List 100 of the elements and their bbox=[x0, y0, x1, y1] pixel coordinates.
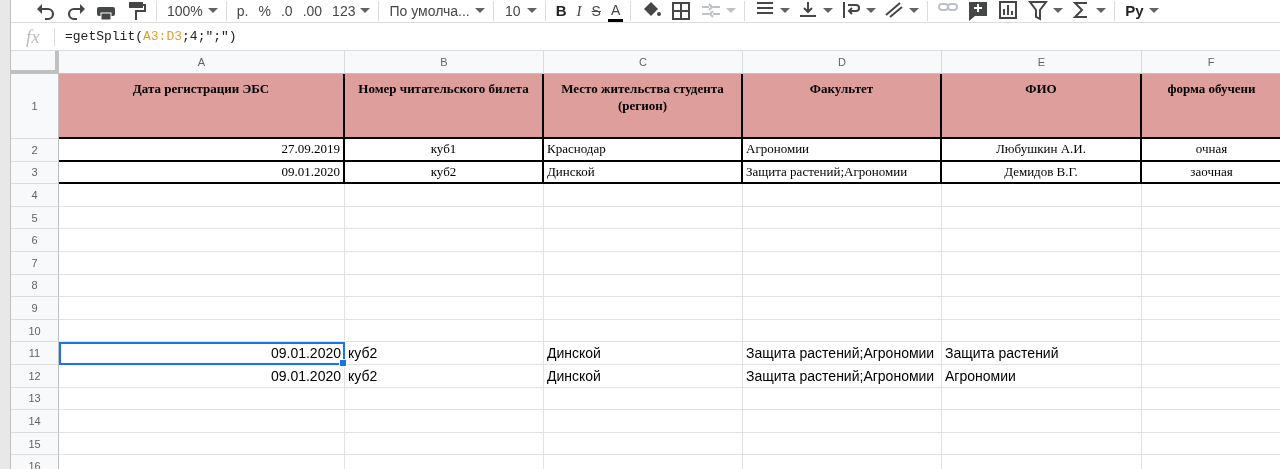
format-button[interactable]: % bbox=[255, 2, 274, 20]
dropdown-button[interactable]: 10 bbox=[500, 2, 525, 20]
row-header[interactable]: 4 bbox=[11, 184, 59, 207]
table-cell[interactable]: Защита растений bbox=[942, 342, 1142, 365]
table-cell[interactable]: Агрономии bbox=[942, 364, 1142, 388]
table-cell[interactable]: Защита растений;Агрономии bbox=[743, 161, 942, 185]
empty-cell[interactable] bbox=[743, 387, 942, 411]
empty-cell[interactable] bbox=[345, 387, 544, 411]
header-cell[interactable]: форма обучени bbox=[1142, 74, 1280, 139]
empty-cell[interactable] bbox=[544, 387, 743, 411]
header-cell[interactable]: Номер читательского билета bbox=[345, 74, 544, 139]
caret-icon[interactable] bbox=[780, 8, 791, 14]
row-header[interactable]: 15 bbox=[11, 432, 59, 456]
empty-cell[interactable] bbox=[743, 184, 942, 207]
dropdown-button[interactable]: 123 bbox=[329, 2, 359, 20]
column-header[interactable]: B bbox=[345, 51, 544, 74]
empty-cell[interactable] bbox=[743, 410, 942, 433]
empty-cell[interactable] bbox=[942, 297, 1142, 320]
empty-cell[interactable] bbox=[743, 229, 942, 252]
row-header[interactable]: 3 bbox=[11, 161, 59, 185]
empty-cell[interactable] bbox=[743, 274, 942, 298]
decimal-button[interactable]: .0 bbox=[277, 2, 296, 20]
column-header[interactable]: A bbox=[59, 51, 345, 74]
table-cell[interactable]: куб2 bbox=[345, 364, 544, 388]
italic-button[interactable]: I bbox=[573, 2, 585, 20]
caret-icon[interactable] bbox=[866, 8, 877, 14]
empty-cell[interactable] bbox=[942, 387, 1142, 411]
text-color-button[interactable]: A bbox=[607, 0, 624, 22]
table-cell[interactable]: 09.01.2020 bbox=[59, 161, 345, 185]
empty-cell[interactable] bbox=[743, 297, 942, 320]
caret-icon[interactable] bbox=[1053, 8, 1064, 14]
table-cell[interactable]: Защита растений;Агрономии bbox=[743, 342, 942, 365]
table-cell[interactable]: Демидов В.Г. bbox=[942, 161, 1142, 185]
format-button[interactable]: р. bbox=[233, 2, 252, 20]
table-cell[interactable]: заочная bbox=[1142, 161, 1280, 185]
header-cell[interactable]: Факультет bbox=[743, 74, 942, 139]
table-cell[interactable]: куб1 bbox=[345, 139, 544, 162]
empty-cell[interactable] bbox=[544, 184, 743, 207]
row-header[interactable]: 1 bbox=[11, 74, 59, 139]
empty-cell[interactable] bbox=[345, 319, 544, 343]
caret-icon[interactable] bbox=[474, 8, 485, 14]
row-header[interactable]: 2 bbox=[11, 139, 59, 162]
row-header[interactable]: 13 bbox=[11, 387, 59, 411]
empty-cell[interactable] bbox=[345, 432, 544, 456]
text-wrap-icon[interactable] bbox=[840, 1, 863, 21]
column-header[interactable]: C bbox=[544, 51, 743, 74]
row-header[interactable]: 12 bbox=[11, 364, 59, 388]
filter-icon[interactable] bbox=[1027, 1, 1050, 21]
table-cell[interactable]: Динской bbox=[544, 364, 743, 388]
column-header[interactable]: D bbox=[743, 51, 942, 74]
redo-icon[interactable] bbox=[65, 1, 87, 21]
empty-cell[interactable] bbox=[942, 229, 1142, 252]
row-header[interactable]: 11 bbox=[11, 342, 59, 365]
row-header[interactable]: 5 bbox=[11, 206, 59, 230]
fill-handle[interactable] bbox=[339, 358, 347, 367]
empty-cell[interactable] bbox=[544, 229, 743, 252]
row-header[interactable]: 6 bbox=[11, 229, 59, 252]
empty-cell[interactable] bbox=[942, 319, 1142, 343]
empty-cell[interactable] bbox=[544, 297, 743, 320]
strikethrough-button[interactable]: S bbox=[588, 2, 604, 20]
empty-cell[interactable] bbox=[345, 184, 544, 207]
empty-cell[interactable] bbox=[942, 274, 1142, 298]
row-header[interactable]: 8 bbox=[11, 274, 59, 298]
row-header[interactable]: 9 bbox=[11, 297, 59, 320]
empty-cell[interactable] bbox=[345, 410, 544, 433]
empty-cell[interactable] bbox=[942, 432, 1142, 456]
caret-icon[interactable] bbox=[823, 8, 834, 14]
table-cell[interactable]: очная bbox=[1142, 139, 1280, 162]
empty-cell[interactable] bbox=[942, 184, 1142, 207]
column-header[interactable]: F bbox=[1142, 51, 1280, 74]
table-cell[interactable]: Агрономии bbox=[743, 139, 942, 162]
bold-button[interactable]: B bbox=[552, 2, 570, 20]
row-header[interactable]: 14 bbox=[11, 410, 59, 433]
empty-cell[interactable] bbox=[544, 206, 743, 230]
table-cell[interactable]: 09.01.2020 bbox=[59, 364, 345, 388]
decimal-button[interactable]: .00 bbox=[299, 2, 326, 20]
empty-cell[interactable] bbox=[544, 410, 743, 433]
empty-cell[interactable] bbox=[345, 229, 544, 252]
comment-icon[interactable] bbox=[967, 1, 990, 21]
caret-icon[interactable] bbox=[1148, 8, 1159, 14]
table-cell[interactable]: Любушкин А.И. bbox=[942, 139, 1142, 162]
borders-icon[interactable] bbox=[670, 1, 693, 21]
empty-cell[interactable] bbox=[345, 206, 544, 230]
table-cell[interactable]: 27.09.2019 bbox=[59, 139, 345, 162]
table-cell[interactable]: Краснодар bbox=[544, 139, 743, 162]
row-header[interactable]: 10 bbox=[11, 319, 59, 343]
header-cell[interactable]: Дата регистрации ЭБС bbox=[59, 74, 345, 139]
caret-icon[interactable] bbox=[526, 8, 537, 14]
empty-cell[interactable] bbox=[743, 432, 942, 456]
empty-cell[interactable] bbox=[345, 251, 544, 275]
bar-chart-icon[interactable] bbox=[997, 1, 1020, 21]
caret-icon[interactable] bbox=[1096, 8, 1107, 14]
empty-cell[interactable] bbox=[942, 251, 1142, 275]
caret-icon[interactable] bbox=[207, 8, 218, 14]
empty-cell[interactable] bbox=[544, 319, 743, 343]
empty-cell[interactable] bbox=[743, 206, 942, 230]
table-cell[interactable]: 09.01.2020 bbox=[59, 342, 345, 365]
empty-cell[interactable] bbox=[743, 251, 942, 275]
table-cell[interactable]: Защита растений;Агрономии bbox=[743, 364, 942, 388]
empty-cell[interactable] bbox=[942, 410, 1142, 433]
